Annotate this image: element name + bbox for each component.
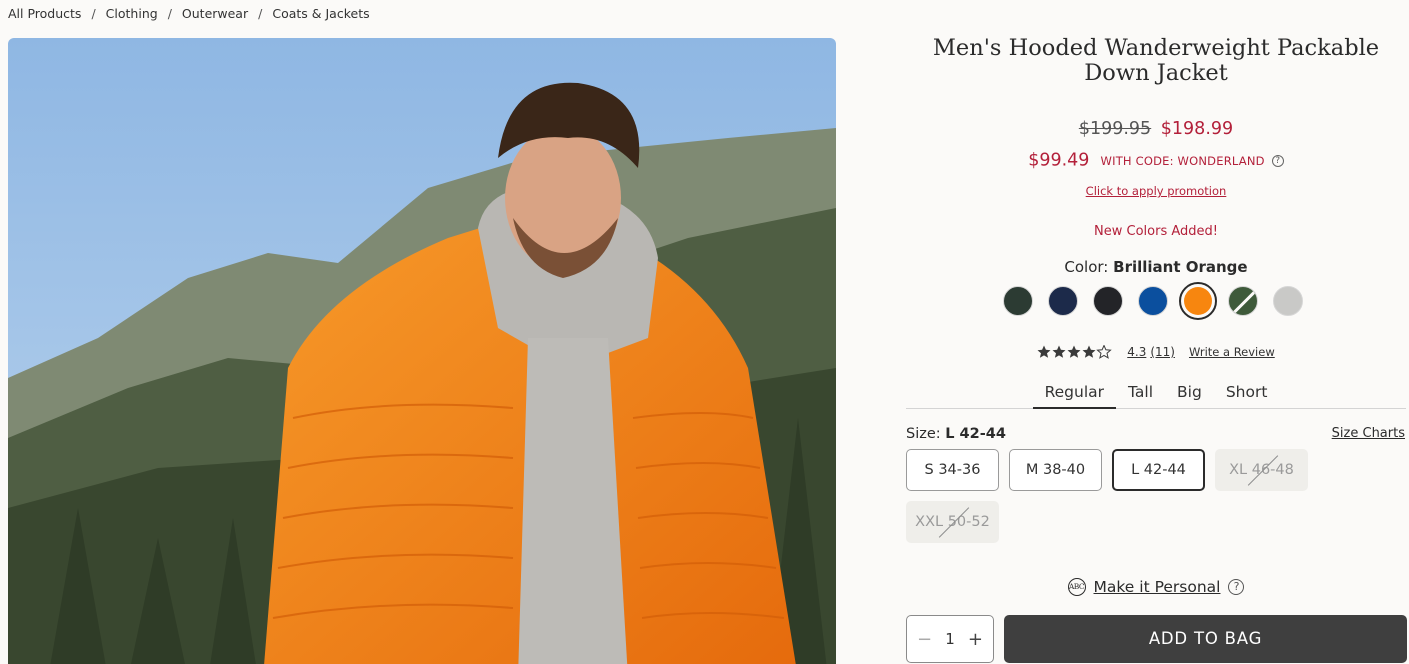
color-swatch[interactable]: [1048, 286, 1078, 316]
color-swatch[interactable]: [1228, 286, 1258, 316]
quantity-value[interactable]: 1: [945, 630, 955, 648]
new-colors-note: New Colors Added!: [1094, 224, 1218, 239]
price-row: $199.95 $198.99: [906, 119, 1406, 139]
selected-color-name: Brilliant Orange: [1113, 258, 1248, 276]
tab-big[interactable]: Big: [1165, 383, 1214, 409]
increase-quantity-button[interactable]: +: [968, 629, 983, 650]
promo-price: $99.49: [1028, 150, 1090, 171]
color-label: Color: Brilliant Orange: [906, 258, 1406, 276]
color-swatches: [1003, 282, 1303, 320]
size-option-xxl: XXL 50-52: [906, 501, 999, 543]
rating-row: 4.3 (11) Write a Review: [906, 345, 1406, 359]
make-it-personal-link[interactable]: Make it Personal: [1094, 578, 1221, 596]
monogram-icon: ABC: [1067, 578, 1086, 596]
sale-price: $198.99: [1160, 119, 1234, 139]
selected-size: L 42-44: [945, 426, 1006, 442]
fit-tabs: Regular Tall Big Short: [906, 383, 1406, 409]
size-label-prefix: Size:: [906, 426, 941, 442]
color-swatch[interactable]: [1273, 286, 1303, 316]
review-count-link[interactable]: (11): [1150, 345, 1175, 359]
color-swatch[interactable]: [1093, 286, 1123, 316]
color-swatch[interactable]: [1003, 286, 1033, 316]
quantity-stepper: − 1 +: [906, 615, 994, 663]
breadcrumb-all-products[interactable]: All Products: [8, 6, 81, 21]
size-label: Size: L 42-44: [906, 426, 1006, 442]
promo-code-text: WITH CODE: WONDERLAND: [1100, 153, 1265, 168]
size-option-m[interactable]: M 38-40: [1009, 449, 1102, 491]
breadcrumb-separator: /: [91, 6, 96, 21]
breadcrumb: All Products / Clothing / Outerwear / Co…: [8, 6, 370, 21]
breadcrumb-outerwear[interactable]: Outerwear: [182, 6, 248, 21]
personalize-row: ABC Make it Personal ?: [906, 578, 1406, 596]
original-price: $199.95: [1078, 119, 1152, 139]
breadcrumb-separator: /: [167, 6, 172, 21]
star-icon: [1037, 345, 1112, 359]
size-option-s[interactable]: S 34-36: [906, 449, 999, 491]
breadcrumb-coats-jackets[interactable]: Coats & Jackets: [272, 6, 369, 21]
size-option-xl: XL 46-48: [1215, 449, 1308, 491]
help-icon[interactable]: ?: [1228, 579, 1245, 595]
product-photo-illustration: [8, 38, 836, 664]
breadcrumb-clothing[interactable]: Clothing: [106, 6, 158, 21]
promo-row: $99.49 WITH CODE: WONDERLAND ?: [906, 150, 1406, 171]
rating-stars: [1037, 345, 1113, 359]
product-title: Men's Hooded Wanderweight Packable Down …: [932, 35, 1380, 86]
add-to-bag-button[interactable]: ADD TO BAG: [1004, 615, 1407, 663]
color-swatch[interactable]: [1138, 286, 1168, 316]
color-swatch-selected[interactable]: [1179, 282, 1217, 320]
tab-tall[interactable]: Tall: [1116, 383, 1165, 409]
tab-short[interactable]: Short: [1214, 383, 1280, 409]
color-label-prefix: Color:: [1064, 258, 1109, 276]
rating-value[interactable]: 4.3: [1127, 345, 1146, 359]
write-review-link[interactable]: Write a Review: [1189, 345, 1275, 359]
apply-promotion-link[interactable]: Click to apply promotion: [906, 184, 1406, 198]
size-charts-link[interactable]: Size Charts: [1332, 426, 1405, 441]
product-image[interactable]: [8, 38, 836, 664]
help-icon[interactable]: ?: [1271, 154, 1284, 167]
tab-regular[interactable]: Regular: [1032, 383, 1117, 409]
decrease-quantity-button[interactable]: −: [917, 629, 932, 650]
size-option-l[interactable]: L 42-44: [1112, 449, 1205, 491]
breadcrumb-separator: /: [258, 6, 263, 21]
